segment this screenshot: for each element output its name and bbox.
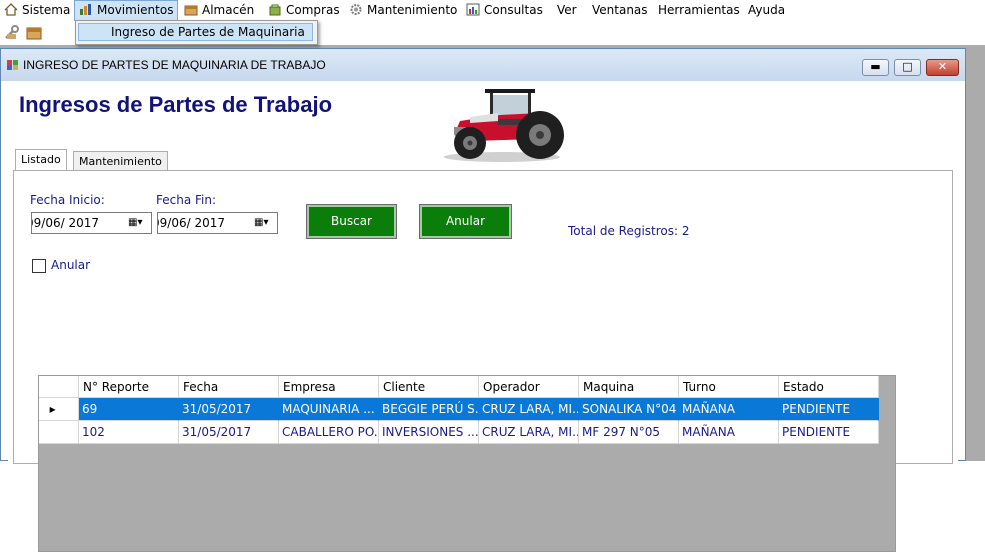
fecha-fin-value: 09/06/ 2017	[157, 216, 225, 230]
menu-ventanas[interactable]: Ventanas	[588, 1, 652, 20]
column-header[interactable]: N° Reporte	[79, 376, 179, 398]
menu-consultas[interactable]: Consultas	[462, 1, 547, 20]
anular-label: Anular	[445, 214, 486, 228]
calendar-dropdown-icon[interactable]: ▦▾	[128, 217, 148, 229]
tab-label: Mantenimiento	[79, 155, 162, 168]
menu-herramientas[interactable]: Herramientas	[654, 1, 744, 20]
window-title: INGRESO DE PARTES DE MAQUINARIA DE TRABA…	[23, 58, 326, 72]
menu-item-ingreso-partes[interactable]: Ingreso de Partes de Maquinaria	[78, 23, 313, 41]
menu-compras[interactable]: Compras	[264, 1, 344, 20]
close-button[interactable]: ✕	[926, 59, 959, 76]
window-client-area: Ingresos de Partes de Trabajo Listado Ma…	[8, 81, 958, 552]
tractor-image	[444, 89, 564, 162]
menu-label: Mantenimiento	[367, 3, 458, 17]
restore-icon: □	[902, 60, 913, 73]
cell-turno[interactable]: MAÑANA	[679, 421, 779, 444]
column-header[interactable]: Turno	[679, 376, 779, 398]
cell-maquina[interactable]: MF 297 N°05	[579, 421, 679, 444]
menu-mantenimiento[interactable]: Mantenimiento	[345, 1, 461, 20]
menu-label: Compras	[286, 3, 340, 17]
window-titlebar[interactable]: INGRESO DE PARTES DE MAQUINARIA DE TRABA…	[1, 49, 965, 81]
tab-mantenimiento[interactable]: Mantenimiento	[73, 151, 168, 171]
table-row[interactable]: 102 31/05/2017 CABALLERO PO... INVERSION…	[39, 421, 879, 444]
table-row[interactable]: ▸ 69 31/05/2017 MAQUINARIA ... BEGGIE PE…	[39, 398, 879, 421]
fecha-fin-label: Fecha Fin:	[156, 193, 217, 207]
cell-maquina[interactable]: SONALIKA N°04	[579, 398, 679, 421]
column-header[interactable]: Fecha	[179, 376, 279, 398]
menu-label: Ventanas	[592, 3, 648, 17]
menu-label: Sistema	[22, 3, 71, 17]
window-app-icon	[7, 60, 18, 70]
tools-icon[interactable]	[4, 25, 20, 41]
cell-estado[interactable]: PENDIENTE	[779, 421, 879, 444]
cell-cliente[interactable]: BEGGIE PERÚ S....	[379, 398, 479, 421]
movimientos-dropdown: Ingreso de Partes de Maquinaria	[75, 20, 318, 45]
menu-bar: Sistema Movimientos Almacén Compras Mant…	[0, 0, 985, 22]
fecha-inicio-value: 09/06/ 2017	[31, 216, 99, 230]
fecha-inicio-picker[interactable]: 09/06/ 2017 ▦▾	[31, 212, 152, 234]
close-icon: ✕	[937, 60, 948, 73]
cell-operador[interactable]: CRUZ LARA, MI...	[479, 398, 579, 421]
menu-sistema[interactable]: Sistema	[0, 1, 74, 20]
cell-empresa[interactable]: MAQUINARIA ...	[279, 398, 379, 421]
box-icon[interactable]	[26, 25, 42, 41]
column-header[interactable]: Empresa	[279, 376, 379, 398]
minimize-button[interactable]: ▬	[862, 59, 889, 76]
grid-corner	[39, 376, 79, 398]
buscar-button[interactable]: Buscar	[306, 204, 397, 239]
cell-fecha[interactable]: 31/05/2017	[179, 398, 279, 421]
menu-ver[interactable]: Ver	[553, 1, 581, 20]
chart-icon	[80, 4, 91, 15]
restore-button[interactable]: □	[894, 59, 921, 76]
column-header[interactable]: Operador	[479, 376, 579, 398]
anular-checkbox[interactable]	[32, 259, 46, 273]
menu-label: Almacén	[202, 3, 255, 17]
anular-checkbox-label[interactable]: Anular	[51, 258, 90, 272]
bar-chart-icon	[466, 3, 480, 16]
cell-cliente[interactable]: INVERSIONES ...	[379, 421, 479, 444]
tab-page-listado: Fecha Inicio: 09/06/ 2017 ▦▾ Fecha Fin: …	[13, 170, 953, 552]
box-icon	[184, 5, 198, 16]
cell-turno[interactable]: MAÑANA	[679, 398, 779, 421]
column-header[interactable]: Maquina	[579, 376, 679, 398]
fecha-inicio-label: Fecha Inicio:	[30, 193, 105, 207]
anular-button[interactable]: Anular	[419, 204, 512, 239]
row-header[interactable]	[39, 421, 79, 444]
menu-label: Herramientas	[658, 3, 740, 17]
data-grid[interactable]: N° Reporte Fecha Empresa Cliente Operado…	[38, 375, 896, 552]
total-registros: Total de Registros: 2	[568, 224, 690, 238]
menu-label: Ayuda	[748, 3, 786, 17]
cell-empresa[interactable]: CABALLERO PO...	[279, 421, 379, 444]
column-header[interactable]: Estado	[779, 376, 879, 398]
child-window: INGRESO DE PARTES DE MAQUINARIA DE TRABA…	[0, 48, 966, 552]
gear-icon	[350, 4, 362, 15]
cell-operador[interactable]: CRUZ LARA, MI...	[479, 421, 579, 444]
fecha-fin-picker[interactable]: 09/06/ 2017 ▦▾	[157, 212, 278, 234]
menu-movimientos[interactable]: Movimientos	[74, 0, 179, 21]
tab-label: Listado	[21, 153, 61, 166]
buscar-label: Buscar	[331, 214, 372, 228]
calendar-dropdown-icon[interactable]: ▦▾	[254, 217, 274, 229]
bag-icon	[269, 4, 281, 16]
page-title: Ingresos de Partes de Trabajo	[19, 92, 333, 117]
row-selector-arrow-icon[interactable]: ▸	[39, 398, 79, 421]
cell-estado[interactable]: PENDIENTE	[779, 398, 879, 421]
menu-label: Ver	[557, 3, 577, 17]
column-header[interactable]: Cliente	[379, 376, 479, 398]
cell-reporte[interactable]: 69	[79, 398, 179, 421]
cell-fecha[interactable]: 31/05/2017	[179, 421, 279, 444]
menu-almacen[interactable]: Almacén	[180, 1, 258, 20]
home-icon	[4, 3, 18, 16]
cell-reporte[interactable]: 102	[79, 421, 179, 444]
menu-label: Consultas	[484, 3, 543, 17]
menu-ayuda[interactable]: Ayuda	[744, 1, 789, 20]
tab-listado[interactable]: Listado	[15, 149, 67, 171]
menu-label: Movimientos	[97, 3, 174, 17]
minimize-icon: ▬	[870, 60, 881, 73]
